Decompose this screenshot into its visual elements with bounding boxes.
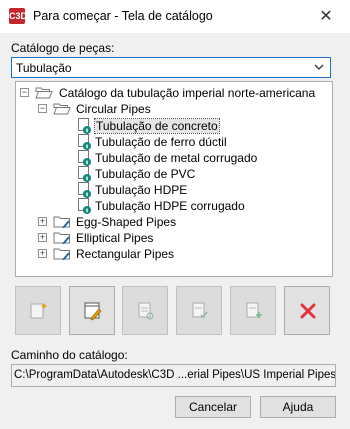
part-sizes-icon	[138, 302, 154, 320]
tree-label: Circular Pipes	[76, 102, 151, 116]
tree-label: Rectangular Pipes	[76, 247, 175, 261]
tree-label: Egg-Shaped Pipes	[76, 215, 177, 229]
collapse-icon[interactable]: −	[38, 104, 47, 113]
tree-label: Tubulação de ferro dúctil	[95, 135, 227, 149]
tree-label: Elliptical Pipes	[76, 231, 154, 245]
delete-x-icon	[300, 303, 316, 319]
folder-icon	[53, 232, 70, 244]
catalog-dropdown[interactable]: Tubulação	[11, 57, 331, 78]
parts-catalog-tree[interactable]: − Catálogo da tubulação imperial norte-a…	[15, 81, 333, 277]
window-title: Para começar - Tela de catálogo	[33, 9, 213, 23]
new-part-icon	[30, 303, 47, 319]
expand-icon[interactable]: +	[38, 249, 47, 258]
tree-label: Tubulação de concreto	[94, 118, 220, 134]
pipe-part-icon	[78, 166, 91, 182]
tree-label: Tubulação de metal corrugado	[95, 151, 258, 165]
collapse-icon[interactable]: −	[20, 88, 29, 97]
title-bar: C3D Para começar - Tela de catálogo ✕	[0, 0, 350, 33]
catalog-path-field[interactable]: C:\ProgramData\Autodesk\C3D ...erial Pip…	[11, 364, 336, 387]
tree-node-rectangular-pipes[interactable]: + Rectangular Pipes	[38, 246, 238, 262]
pipe-part-icon	[78, 118, 91, 134]
new-part-family-button[interactable]	[15, 286, 61, 335]
chevron-down-icon	[314, 64, 324, 70]
tree-item-concrete[interactable]: Tubulação de concreto	[76, 118, 296, 134]
pipe-part-icon	[78, 150, 91, 166]
open-folder-icon	[53, 103, 71, 115]
tree-node-egg-shaped-pipes[interactable]: + Egg-Shaped Pipes	[38, 214, 238, 230]
tree-item-hdpe-corrugated[interactable]: Tubulação HDPE corrugado	[76, 198, 296, 214]
delete-button[interactable]	[284, 286, 330, 335]
folder-icon	[53, 216, 70, 228]
open-folder-icon	[35, 87, 53, 99]
expand-icon[interactable]: +	[38, 233, 47, 242]
help-button[interactable]: Ajuda	[260, 396, 336, 418]
tree-node-root[interactable]: − Catálogo da tubulação imperial norte-a…	[20, 85, 320, 101]
tree-label: Tubulação de PVC	[95, 167, 196, 181]
edit-part-icon	[84, 302, 102, 321]
catalog-label: Catálogo de peças:	[11, 41, 115, 55]
tree-label: Tubulação HDPE	[95, 183, 188, 197]
tree-node-circular-pipes[interactable]: − Circular Pipes	[38, 101, 238, 117]
tree-item-ductile-iron[interactable]: Tubulação de ferro dúctil	[76, 134, 296, 150]
expand-icon[interactable]: +	[38, 217, 47, 226]
validate-icon	[192, 302, 208, 319]
pipe-part-icon	[78, 198, 91, 214]
folder-icon	[53, 248, 70, 260]
pipe-part-icon	[78, 182, 91, 198]
tree-item-corrugated-metal[interactable]: Tubulação de metal corrugado	[76, 150, 296, 166]
cancel-button[interactable]: Cancelar	[175, 396, 251, 418]
civil3d-app-icon: C3D	[9, 8, 27, 24]
catalog-path-label: Caminho do catálogo:	[11, 348, 128, 362]
edit-part-family-button[interactable]	[69, 286, 115, 335]
tree-item-pvc[interactable]: Tubulação de PVC	[76, 166, 296, 182]
pipe-part-icon	[78, 134, 91, 150]
tree-label: Tubulação HDPE corrugado	[95, 199, 245, 213]
add-part-icon	[246, 302, 262, 318]
tree-node-elliptical-pipes[interactable]: + Elliptical Pipes	[38, 230, 238, 246]
tree-label: Catálogo da tubulação imperial norte-ame…	[59, 86, 316, 100]
validate-catalog-button[interactable]	[176, 286, 222, 335]
tree-item-hdpe[interactable]: Tubulação HDPE	[76, 182, 296, 198]
catalog-selected-value: Tubulação	[16, 61, 72, 75]
close-window-button[interactable]: ✕	[316, 7, 336, 27]
add-part-button[interactable]	[230, 286, 276, 335]
modify-part-sizes-button[interactable]	[122, 286, 168, 335]
